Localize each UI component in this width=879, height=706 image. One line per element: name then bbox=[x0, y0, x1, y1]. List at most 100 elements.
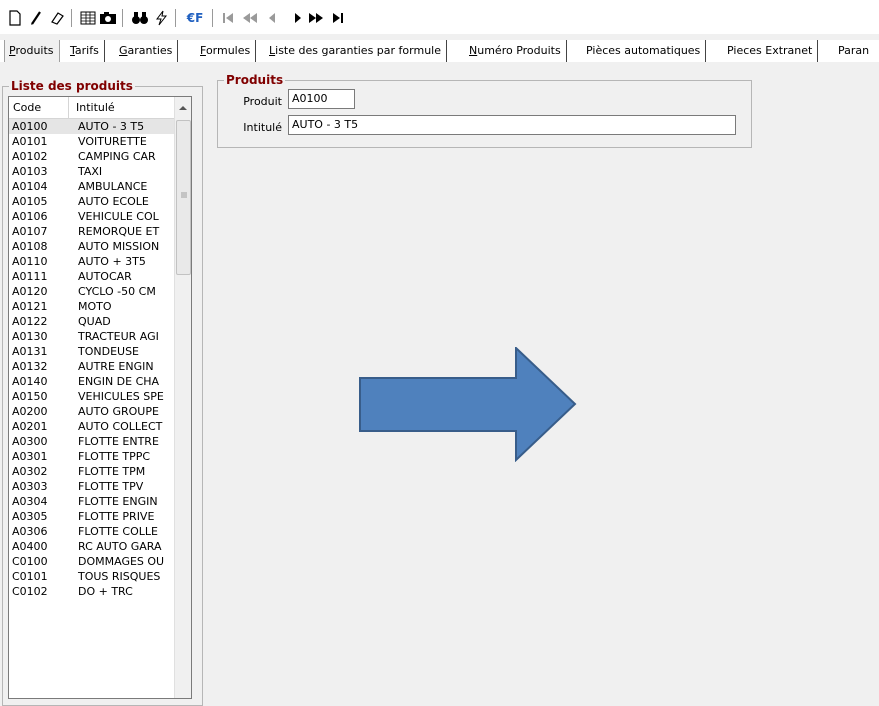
edit-pencil-icon[interactable] bbox=[26, 8, 46, 28]
tab-label: roduits bbox=[15, 44, 54, 57]
list-item[interactable]: A0130 TRACTEUR AGI bbox=[9, 329, 191, 344]
lightning-icon[interactable] bbox=[151, 8, 171, 28]
product-intitule: AUTO - 3 T5 bbox=[78, 120, 145, 133]
list-item[interactable]: A0122 QUAD bbox=[9, 314, 191, 329]
product-intitule: TOUS RISQUES bbox=[78, 570, 161, 583]
list-item[interactable]: A0200 AUTO GROUPE bbox=[9, 404, 191, 419]
intitule-field[interactable]: AUTO - 3 T5 bbox=[288, 115, 736, 135]
product-code: A0105 bbox=[12, 195, 48, 208]
scrollbar-thumb[interactable] bbox=[176, 120, 191, 275]
list-item[interactable]: C0100 DOMMAGES OU bbox=[9, 554, 191, 569]
product-intitule: FLOTTE ENTRE bbox=[78, 435, 159, 448]
product-intitule: AUTRE ENGIN bbox=[78, 360, 154, 373]
tab-produits[interactable]: Produits bbox=[4, 40, 60, 62]
tab-pieces-automatiques[interactable]: Pièces automatiques bbox=[582, 40, 707, 62]
list-item[interactable]: A0121 MOTO bbox=[9, 299, 191, 314]
tab-parametres[interactable]: Paran bbox=[834, 40, 874, 62]
list-item[interactable]: A0306 FLOTTE COLLE bbox=[9, 524, 191, 539]
product-intitule: AUTO COLLECT bbox=[78, 420, 163, 433]
product-intitule: FLOTTE PRIVE bbox=[78, 510, 155, 523]
rewind-icon[interactable] bbox=[240, 8, 260, 28]
product-intitule: REMORQUE ET bbox=[78, 225, 160, 238]
next-icon[interactable] bbox=[288, 8, 308, 28]
product-code: A0400 bbox=[12, 540, 48, 553]
list-item[interactable]: A0132 AUTRE ENGIN bbox=[9, 359, 191, 374]
list-item[interactable]: A0105 AUTO ECOLE bbox=[9, 194, 191, 209]
list-item[interactable]: A0303 FLOTTE TPV bbox=[9, 479, 191, 494]
product-intitule: VOITURETTE bbox=[78, 135, 147, 148]
intitule-label: Intitulé bbox=[243, 121, 282, 134]
product-code: A0200 bbox=[12, 405, 48, 418]
product-intitule: VEHICULES SPE bbox=[78, 390, 164, 403]
tab-label: Paran bbox=[838, 44, 870, 57]
toolbar-separator bbox=[175, 9, 176, 27]
first-record-icon[interactable] bbox=[218, 8, 238, 28]
list-item[interactable]: A0108 AUTO MISSION bbox=[9, 239, 191, 254]
list-item[interactable]: A0301 FLOTTE TPPC bbox=[9, 449, 191, 464]
list-item[interactable]: C0102 DO + TRC bbox=[9, 584, 191, 599]
list-item[interactable]: A0101 VOITURETTE bbox=[9, 134, 191, 149]
grip-icon bbox=[181, 192, 187, 198]
binoculars-icon[interactable] bbox=[130, 8, 150, 28]
list-item[interactable]: A0106 VEHICULE COL bbox=[9, 209, 191, 224]
tab-label: Pièces automatiques bbox=[586, 44, 701, 57]
last-record-icon[interactable] bbox=[328, 8, 348, 28]
list-item[interactable]: A0107 REMORQUE ET bbox=[9, 224, 191, 239]
list-item[interactable]: A0140 ENGIN DE CHA bbox=[9, 374, 191, 389]
produit-field[interactable]: A0100 bbox=[288, 89, 355, 109]
grid-icon[interactable] bbox=[78, 8, 98, 28]
list-item[interactable]: A0201 AUTO COLLECT bbox=[9, 419, 191, 434]
product-intitule: QUAD bbox=[78, 315, 111, 328]
tab-garanties[interactable]: Garanties bbox=[115, 40, 179, 62]
tab-pieces-extranet[interactable]: Pieces Extranet bbox=[723, 40, 819, 62]
list-item[interactable]: A0100 AUTO - 3 T5 bbox=[9, 119, 191, 134]
list-item[interactable]: A0110 AUTO + 3T5 bbox=[9, 254, 191, 269]
eraser-icon[interactable] bbox=[47, 8, 67, 28]
list-item[interactable]: A0302 FLOTTE TPM bbox=[9, 464, 191, 479]
list-item[interactable]: A0400 RC AUTO GARA bbox=[9, 539, 191, 554]
tab-label: arifs bbox=[74, 44, 99, 57]
product-code: C0101 bbox=[12, 570, 48, 583]
list-item[interactable]: A0131 TONDEUSE bbox=[9, 344, 191, 359]
euro-icon[interactable]: €F bbox=[183, 8, 207, 28]
list-item[interactable]: A0102 CAMPING CAR bbox=[9, 149, 191, 164]
tab-label: uméro Produits bbox=[477, 44, 561, 57]
toolbar-separator bbox=[122, 9, 123, 27]
product-code: C0102 bbox=[12, 585, 48, 598]
product-code: A0100 bbox=[12, 120, 48, 133]
toolbar-separator bbox=[212, 9, 213, 27]
new-document-icon[interactable] bbox=[5, 8, 25, 28]
product-listview[interactable]: Code Intitulé A0100 AUTO - 3 T5 A0101 VOITU… bbox=[8, 96, 192, 699]
column-header-intitule[interactable]: Intitulé bbox=[69, 97, 174, 119]
list-item[interactable]: C0101 TOUS RISQUES bbox=[9, 569, 191, 584]
tab-label: aranties bbox=[127, 44, 173, 57]
tab-formules[interactable]: Formules bbox=[196, 40, 257, 62]
camera-icon[interactable] bbox=[98, 8, 118, 28]
list-item[interactable]: A0300 FLOTTE ENTRE bbox=[9, 434, 191, 449]
product-intitule: MOTO bbox=[78, 300, 112, 313]
product-intitule: AUTOCAR bbox=[78, 270, 132, 283]
product-code: A0108 bbox=[12, 240, 48, 253]
produit-label: Produit bbox=[243, 95, 282, 108]
list-item[interactable]: A0304 FLOTTE ENGIN bbox=[9, 494, 191, 509]
column-header-code[interactable]: Code bbox=[9, 97, 69, 119]
previous-icon[interactable] bbox=[262, 8, 282, 28]
product-intitule: AUTO ECOLE bbox=[78, 195, 149, 208]
list-item[interactable]: A0103 TAXI bbox=[9, 164, 191, 179]
list-item[interactable]: A0111 AUTOCAR bbox=[9, 269, 191, 284]
product-code: A0103 bbox=[12, 165, 48, 178]
tab-tarifs[interactable]: Tarifs bbox=[66, 40, 105, 62]
tab-accelerator: N bbox=[469, 44, 478, 57]
tab-label: Pieces Extranet bbox=[727, 44, 813, 57]
list-item[interactable]: A0104 AMBULANCE bbox=[9, 179, 191, 194]
fast-forward-icon[interactable] bbox=[306, 8, 326, 28]
vertical-scrollbar[interactable] bbox=[174, 97, 191, 698]
tab-numero-produits[interactable]: Numéro Produits bbox=[465, 40, 567, 62]
list-item[interactable]: A0150 VEHICULES SPE bbox=[9, 389, 191, 404]
product-code: A0110 bbox=[12, 255, 48, 268]
list-item[interactable]: A0305 FLOTTE PRIVE bbox=[9, 509, 191, 524]
list-item[interactable]: A0120 CYCLO -50 CM bbox=[9, 284, 191, 299]
tab-liste-garanties-formule[interactable]: Liste des garanties par formule bbox=[265, 40, 447, 62]
product-code: A0102 bbox=[12, 150, 48, 163]
scroll-up-icon[interactable] bbox=[179, 105, 187, 111]
